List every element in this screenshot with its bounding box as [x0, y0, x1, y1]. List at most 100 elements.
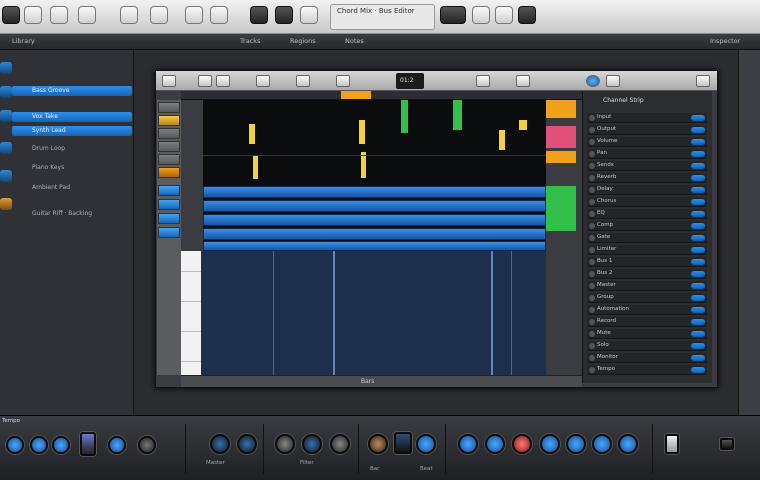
channel-row-slider[interactable] — [691, 223, 705, 229]
tab-regions[interactable]: Regions — [290, 37, 316, 45]
channel-row[interactable]: Monitor — [587, 353, 707, 363]
tune-knob[interactable] — [108, 436, 126, 454]
smart-controls-button[interactable] — [586, 75, 600, 87]
fx3-knob[interactable] — [592, 434, 612, 454]
fx2-knob[interactable] — [566, 434, 586, 454]
color-clip[interactable] — [546, 151, 576, 163]
channel-row-slider[interactable] — [691, 187, 705, 193]
channel-row[interactable]: Mute — [587, 329, 707, 339]
track-header[interactable] — [158, 128, 180, 139]
cycle-region[interactable] — [341, 91, 371, 99]
settings-icon[interactable] — [300, 6, 318, 24]
channel-row[interactable]: Master — [587, 281, 707, 291]
library-item[interactable]: Drum Loop — [32, 145, 65, 152]
output-icon[interactable] — [720, 438, 734, 450]
library-row[interactable]: Vox Take — [12, 112, 132, 122]
channel-row[interactable]: EQ — [587, 209, 707, 219]
app-icon[interactable] — [2, 6, 20, 24]
midi-region[interactable] — [249, 124, 255, 144]
tab-tracks[interactable]: Tracks — [240, 37, 260, 45]
midi-region[interactable] — [453, 100, 462, 130]
channel-row[interactable]: Reverb — [587, 173, 707, 183]
drive-knob[interactable] — [368, 434, 388, 454]
audio-region[interactable] — [203, 228, 546, 240]
cycle-button[interactable] — [336, 75, 350, 87]
channel-row[interactable]: Sends — [587, 161, 707, 171]
channel-row-slider[interactable] — [691, 331, 705, 337]
channel-row-slider[interactable] — [691, 235, 705, 241]
track-header[interactable] — [158, 213, 180, 224]
redo-icon[interactable] — [150, 6, 168, 24]
channel-row-slider[interactable] — [691, 247, 705, 253]
copy-icon[interactable] — [210, 6, 228, 24]
channel-row[interactable]: Delay — [587, 185, 707, 195]
channel-row[interactable]: Record — [587, 317, 707, 327]
level-knob[interactable] — [138, 436, 156, 454]
forward-button[interactable] — [216, 75, 230, 87]
library-item[interactable]: Piano Keys — [32, 164, 64, 171]
audio-region[interactable] — [203, 200, 546, 212]
channel-row-slider[interactable] — [691, 139, 705, 145]
count-in-button[interactable] — [516, 75, 530, 87]
channel-row-slider[interactable] — [691, 151, 705, 157]
channel-row[interactable]: Output — [587, 125, 707, 135]
play-knob[interactable] — [458, 434, 478, 454]
share-icon[interactable] — [495, 6, 513, 24]
channel-row-slider[interactable] — [691, 163, 705, 169]
midi-region[interactable] — [519, 120, 527, 130]
channel-row[interactable]: Chorus — [587, 197, 707, 207]
time-knob[interactable] — [52, 436, 70, 454]
editors-button[interactable] — [606, 75, 620, 87]
channel-row[interactable]: Comp — [587, 221, 707, 231]
color-clip[interactable] — [546, 126, 576, 148]
color-clip[interactable] — [546, 100, 576, 118]
channel-row-slider[interactable] — [691, 199, 705, 205]
track-header[interactable] — [158, 185, 180, 196]
switch-icon[interactable] — [665, 434, 679, 454]
rec-knob[interactable] — [416, 434, 436, 454]
midi-region[interactable] — [359, 120, 365, 144]
channel-row[interactable]: Bus 1 — [587, 257, 707, 267]
reverb-knob[interactable] — [302, 434, 322, 454]
fx4-knob[interactable] — [618, 434, 638, 454]
export-icon[interactable] — [518, 6, 536, 24]
channel-row-slider[interactable] — [691, 115, 705, 121]
channel-row-slider[interactable] — [691, 355, 705, 361]
channel-row[interactable]: Group — [587, 293, 707, 303]
record-button[interactable] — [296, 75, 310, 87]
library-row[interactable]: Synth Lead — [12, 126, 132, 136]
filter-knob[interactable] — [275, 434, 295, 454]
library-label[interactable]: Library — [12, 37, 35, 45]
preview-icon[interactable] — [440, 6, 466, 24]
channel-row[interactable]: Automation — [587, 305, 707, 315]
channel-row-slider[interactable] — [691, 343, 705, 349]
midi-region[interactable] — [401, 100, 408, 133]
record-knob[interactable] — [512, 434, 532, 454]
key-knob[interactable] — [30, 436, 48, 454]
channel-row[interactable]: Input — [587, 113, 707, 123]
library-item[interactable]: Guitar Riff · Backing — [32, 210, 92, 217]
audio-region[interactable] — [203, 241, 546, 251]
channel-row-slider[interactable] — [691, 307, 705, 313]
tempo-knob[interactable] — [6, 436, 24, 454]
channel-row-slider[interactable] — [691, 319, 705, 325]
midi-region[interactable] — [499, 130, 505, 150]
channel-row[interactable]: Limiter — [587, 245, 707, 255]
library-row[interactable]: Bass Groove — [12, 86, 132, 96]
channel-row-slider[interactable] — [691, 271, 705, 277]
media-icon[interactable] — [250, 6, 268, 24]
track-header[interactable] — [158, 154, 180, 165]
play-button[interactable] — [256, 75, 270, 87]
channel-row-slider[interactable] — [691, 367, 705, 373]
folder-icon[interactable] — [50, 6, 68, 24]
library-item[interactable]: Ambient Pad — [32, 184, 70, 191]
color-clip[interactable] — [546, 186, 576, 231]
tab-notes[interactable]: Notes — [345, 37, 364, 45]
midi-region[interactable] — [253, 155, 258, 179]
loop-knob[interactable] — [485, 434, 505, 454]
rewind-button[interactable] — [198, 75, 212, 87]
mixer-icon[interactable] — [472, 6, 490, 24]
browser-icon[interactable] — [275, 6, 293, 24]
cut-icon[interactable] — [185, 6, 203, 24]
track-header[interactable] — [158, 141, 180, 152]
